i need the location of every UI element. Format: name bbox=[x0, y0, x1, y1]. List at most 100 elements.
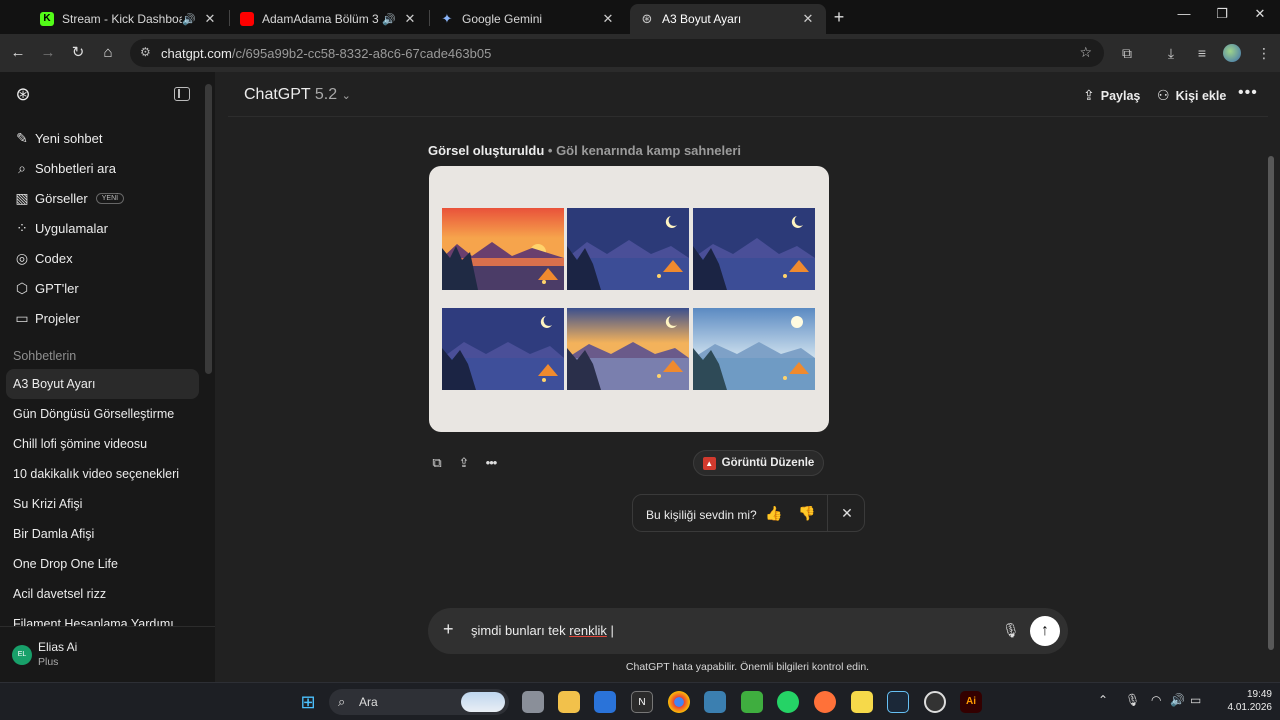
chat-item[interactable]: A3 Boyut Ayarı bbox=[13, 377, 95, 391]
address-bar[interactable]: ⚙ chatgpt.com/c/695a99b2-cc58-8332-a8c6-… bbox=[130, 39, 1104, 67]
download-icon[interactable]: ⤓ bbox=[1161, 43, 1181, 63]
battery-icon[interactable]: ▭ bbox=[1190, 693, 1201, 707]
user-menu[interactable]: EL Elias Ai Plus bbox=[0, 626, 215, 682]
scene-sunset-thumbnail bbox=[442, 208, 564, 290]
close-icon[interactable]: ✕ bbox=[600, 11, 616, 27]
extensions-icon[interactable]: ⧉ bbox=[1117, 43, 1137, 63]
thumbs-down-icon[interactable]: 👎 bbox=[798, 505, 815, 522]
mail-icon[interactable] bbox=[594, 691, 616, 713]
firefox-icon[interactable] bbox=[814, 691, 836, 713]
calculator-icon[interactable] bbox=[704, 691, 726, 713]
obs-icon[interactable] bbox=[924, 691, 946, 713]
tab-gemini[interactable]: ✦ Google Gemini ✕ bbox=[430, 4, 626, 34]
minecraft-icon[interactable] bbox=[741, 691, 763, 713]
bookmark-star-icon[interactable]: ☆ bbox=[1079, 44, 1092, 61]
new-tab-button[interactable]: + bbox=[830, 6, 848, 28]
new-badge: YENİ bbox=[95, 192, 125, 204]
minimize-button[interactable]: — bbox=[1169, 6, 1199, 21]
sidebar-item-new-chat[interactable]: ✎ Yeni sohbet bbox=[13, 127, 102, 149]
microphone-icon[interactable]: 🎙 bbox=[1002, 622, 1020, 639]
sticky-notes-icon[interactable] bbox=[851, 691, 873, 713]
window-close-button[interactable]: ✕ bbox=[1245, 6, 1275, 22]
wifi-icon[interactable]: ◠ bbox=[1151, 693, 1161, 707]
volume-icon[interactable]: 🔊 bbox=[1170, 693, 1185, 707]
reading-list-icon[interactable]: ≡ bbox=[1192, 43, 1212, 63]
steam-icon[interactable] bbox=[887, 691, 909, 713]
tab-a3-boyut-ayari[interactable]: ⊛ A3 Boyut Ayarı ✕ bbox=[630, 4, 826, 34]
close-icon[interactable]: ✕ bbox=[402, 11, 418, 27]
model-selector[interactable]: ChatGPT 5.2 ⌄ bbox=[244, 86, 351, 104]
chat-item[interactable]: 10 dakikalık video seçenekleri bbox=[13, 467, 179, 481]
message-composer[interactable]: + şimdi bunları tek renklik | 🎙 ↑ bbox=[428, 608, 1068, 654]
close-icon[interactable]: ✕ bbox=[202, 11, 218, 27]
sidebar-item-gpts[interactable]: ⬡ GPT'ler bbox=[13, 277, 79, 299]
more-options-icon[interactable]: ••• bbox=[483, 455, 499, 471]
chevron-down-icon: ⌄ bbox=[341, 90, 351, 102]
message-input[interactable]: şimdi bunları tek renklik | bbox=[471, 623, 614, 638]
notion-icon[interactable]: N bbox=[631, 691, 653, 713]
close-icon[interactable]: ✕ bbox=[839, 505, 855, 522]
illustrator-icon[interactable]: Ai bbox=[960, 691, 982, 713]
profile-avatar[interactable] bbox=[1223, 44, 1241, 62]
tray-chevron-icon[interactable]: ⌃ bbox=[1098, 693, 1108, 707]
close-icon[interactable]: ✕ bbox=[800, 11, 816, 27]
restore-button[interactable]: ❐ bbox=[1207, 6, 1237, 22]
task-view-icon[interactable] bbox=[522, 691, 544, 713]
search-icon: ⌕ bbox=[338, 694, 346, 709]
chat-item[interactable]: Su Krizi Afişi bbox=[13, 497, 82, 511]
edit-icon: ✎ bbox=[16, 129, 28, 146]
taskbar-search[interactable]: ⌕ Ara bbox=[329, 689, 509, 715]
back-button[interactable]: ← bbox=[7, 42, 29, 64]
edit-image-button[interactable]: ▲ Görüntü Düzenle bbox=[693, 450, 824, 476]
share-icon[interactable]: ⇪ bbox=[456, 455, 472, 471]
apps-icon: ⁘ bbox=[16, 219, 28, 236]
speaker-icon[interactable]: 🔊 bbox=[382, 13, 396, 26]
scene-night-thumbnail bbox=[567, 208, 689, 290]
copy-icon[interactable]: ⧉ bbox=[429, 455, 445, 471]
thumbs-up-icon[interactable]: 👍 bbox=[765, 505, 782, 522]
windows-start-icon[interactable]: ⊞ bbox=[297, 691, 319, 713]
add-person-button[interactable]: ⚇ Kişi ekle bbox=[1157, 87, 1226, 104]
send-button[interactable]: ↑ bbox=[1030, 616, 1060, 646]
codex-icon: ◎ bbox=[15, 249, 29, 266]
chrome-icon[interactable] bbox=[668, 691, 690, 713]
gemini-icon: ✦ bbox=[441, 11, 453, 26]
site-info-icon[interactable]: ⚙ bbox=[140, 45, 151, 59]
chat-item[interactable]: Acil davetsel rizz bbox=[13, 587, 106, 601]
tab-adamadama[interactable]: AdamAdama Bölüm 3 Cici B 🔊 ✕ bbox=[230, 4, 428, 34]
url-text[interactable]: chatgpt.com/c/695a99b2-cc58-8332-a8c6-67… bbox=[161, 46, 491, 61]
menu-kebab-icon[interactable]: ⋮ bbox=[1254, 43, 1274, 63]
tab-kick-dashboard[interactable]: K Stream - Kick Dashboard 🔊 ✕ bbox=[30, 4, 228, 34]
sidebar-toggle-icon[interactable] bbox=[174, 87, 190, 101]
speaker-icon[interactable]: 🔊 bbox=[182, 13, 196, 26]
sidebar-scrollbar[interactable] bbox=[205, 84, 212, 374]
sidebar-item-projects[interactable]: ▭ Projeler bbox=[13, 307, 79, 329]
add-attachment-icon[interactable]: + bbox=[443, 619, 454, 640]
file-explorer-icon[interactable] bbox=[558, 691, 580, 713]
microphone-icon[interactable]: 🎙 bbox=[1125, 693, 1140, 707]
url-path: /c/695a99b2-cc58-8332-a8c6-67cade463b05 bbox=[231, 46, 492, 61]
sidebar-item-images[interactable]: ▧ Görseller YENİ bbox=[13, 187, 125, 209]
generated-image[interactable] bbox=[429, 166, 829, 432]
home-icon[interactable]: ⌂ bbox=[97, 42, 119, 64]
images-icon: ▧ bbox=[15, 189, 29, 206]
chat-item[interactable]: Chill lofi şömine videosu bbox=[13, 437, 147, 451]
more-options-icon[interactable]: ••• bbox=[1238, 84, 1258, 102]
reload-button[interactable]: ↻ bbox=[67, 42, 89, 64]
chat-item[interactable]: One Drop One Life bbox=[13, 557, 118, 571]
system-clock[interactable]: 19:49 4.01.2026 bbox=[1220, 688, 1273, 714]
main-scrollbar[interactable] bbox=[1268, 156, 1274, 650]
forward-button[interactable]: → bbox=[37, 42, 59, 64]
sidebar-item-codex[interactable]: ◎ Codex bbox=[13, 247, 73, 269]
sidebar-item-search[interactable]: ⌕ Sohbetleri ara bbox=[13, 157, 116, 179]
sidebar-item-apps[interactable]: ⁘ Uygulamalar bbox=[13, 217, 108, 239]
share-icon: ⇪ bbox=[1083, 87, 1095, 103]
share-button[interactable]: ⇪ Paylaş bbox=[1083, 87, 1140, 104]
youtube-icon bbox=[240, 12, 254, 26]
header-divider bbox=[228, 116, 1268, 117]
whatsapp-icon[interactable] bbox=[777, 691, 799, 713]
sidebar: ⊛ ✎ Yeni sohbet ⌕ Sohbetleri ara ▧ Görselle… bbox=[0, 72, 215, 682]
chat-item[interactable]: Gün Döngüsü Görselleştirme bbox=[13, 407, 174, 421]
chat-item[interactable]: Bir Damla Afişi bbox=[13, 527, 94, 541]
chatgpt-logo-icon[interactable]: ⊛ bbox=[13, 84, 33, 104]
